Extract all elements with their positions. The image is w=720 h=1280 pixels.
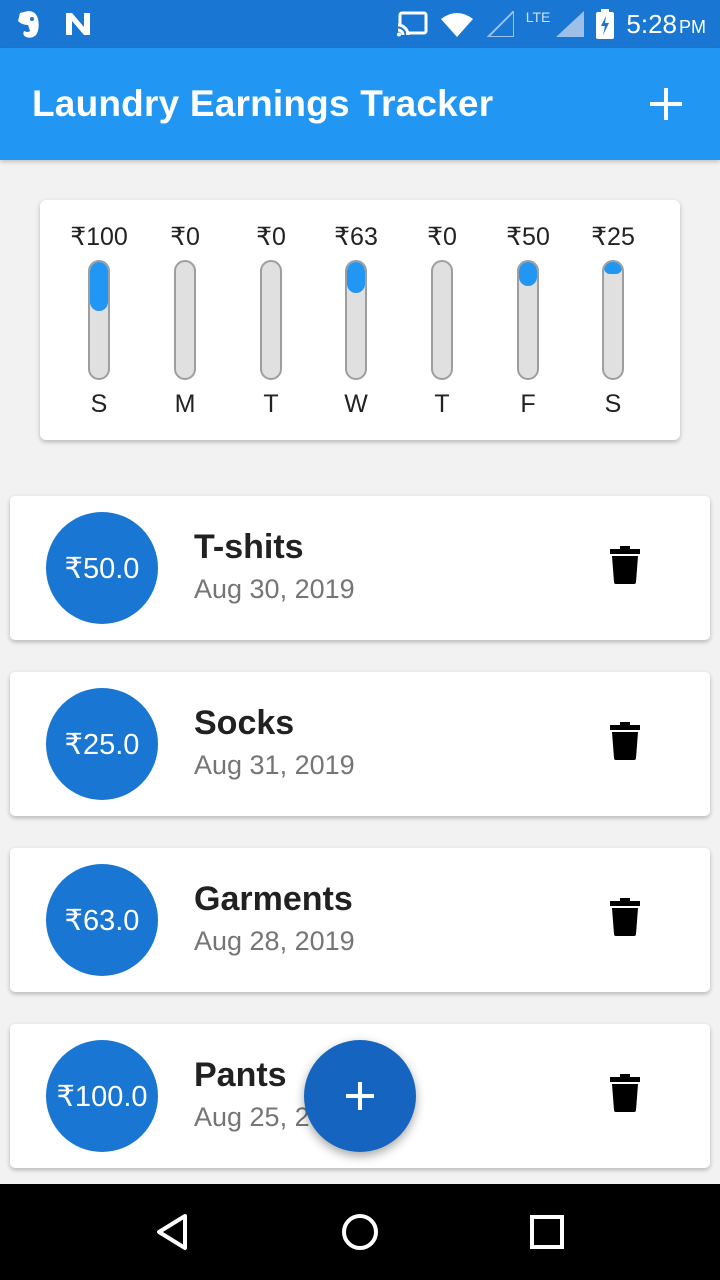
n-notification-icon: [66, 13, 90, 35]
signal-icon: [556, 11, 585, 37]
day-amount-label: ₹25: [591, 223, 635, 251]
entry-card[interactable]: ₹50.0 T-shits Aug 30, 2019: [10, 496, 710, 640]
day-bar-track: [260, 260, 282, 380]
recents-button[interactable]: [517, 1202, 577, 1262]
delete-button[interactable]: [610, 546, 650, 590]
entry-title: Garments: [194, 880, 353, 918]
entry-amount: ₹25.0: [64, 728, 140, 761]
day-label: T: [434, 390, 450, 418]
day-column: ₹25 S: [570, 200, 656, 440]
delete-button[interactable]: [610, 722, 650, 766]
day-amount-label: ₹0: [256, 223, 286, 251]
entry-date: Aug 31, 2019: [194, 750, 355, 780]
day-amount-label: ₹0: [427, 223, 457, 251]
day-label: F: [520, 390, 536, 418]
amount-avatar: ₹63.0: [46, 864, 158, 976]
day-bar-fill: [347, 262, 365, 293]
trash-icon: [610, 1074, 640, 1112]
add-entry-fab[interactable]: [304, 1040, 416, 1152]
day-column: ₹50 F: [485, 200, 571, 440]
entry-amount: ₹63.0: [64, 904, 140, 937]
evernote-icon: [18, 11, 39, 38]
entry-title: T-shits: [194, 528, 304, 566]
day-amount-label: ₹63: [334, 223, 378, 251]
entry-title: Pants: [194, 1056, 287, 1094]
day-amount-label: ₹0: [170, 223, 200, 251]
trash-icon: [610, 546, 640, 584]
signal-icon: [486, 11, 514, 37]
clock: 5:28 PM: [626, 9, 706, 40]
clock-time: 5:28: [626, 8, 677, 39]
app-bar: Laundry Earnings Tracker: [0, 48, 720, 160]
day-bar-track: [602, 260, 624, 380]
day-label: T: [263, 390, 279, 418]
day-bar-track: [88, 260, 110, 380]
day-column: ₹63 W: [313, 200, 399, 440]
entry-amount: ₹50.0: [64, 552, 140, 585]
entry-card[interactable]: ₹63.0 Garments Aug 28, 2019: [10, 848, 710, 992]
day-bar-fill: [604, 262, 622, 274]
home-icon: [341, 1214, 378, 1250]
day-bar-track: [517, 260, 539, 380]
day-bar-fill: [519, 262, 537, 286]
delete-button[interactable]: [610, 898, 650, 942]
recents-icon: [529, 1215, 564, 1249]
page-title: Laundry Earnings Tracker: [32, 83, 494, 124]
day-label: S: [604, 390, 622, 418]
amount-avatar: ₹25.0: [46, 688, 158, 800]
status-bar: LTE 5:28 PM: [0, 0, 720, 48]
entry-title: Socks: [194, 704, 295, 742]
entry-card[interactable]: ₹25.0 Socks Aug 31, 2019: [10, 672, 710, 816]
day-column: ₹100 S: [56, 200, 142, 440]
wifi-icon: [440, 13, 473, 37]
network-type: LTE: [525, 9, 551, 25]
home-button[interactable]: [330, 1202, 390, 1262]
day-bar-track: [431, 260, 453, 380]
day-amount-label: ₹50: [506, 223, 550, 251]
amount-avatar: ₹50.0: [46, 512, 158, 624]
cast-icon: [395, 11, 428, 37]
day-label: S: [90, 390, 108, 418]
trash-icon: [610, 898, 640, 936]
day-amount-label: ₹100: [70, 223, 128, 251]
day-column: ₹0 M: [142, 200, 228, 440]
trash-icon: [610, 722, 640, 760]
day-label: W: [344, 390, 368, 418]
back-icon: [157, 1214, 188, 1250]
day-bar-track: [345, 260, 367, 380]
day-label: M: [174, 390, 196, 418]
battery-charging-icon: [596, 9, 615, 39]
delete-button[interactable]: [610, 1074, 650, 1118]
day-bar-fill: [90, 262, 108, 311]
back-button[interactable]: [143, 1202, 203, 1262]
day-column: ₹0 T: [228, 200, 314, 440]
entry-amount: ₹100.0: [56, 1080, 148, 1113]
day-column: ₹0 T: [399, 200, 485, 440]
add-entry-button[interactable]: [644, 82, 688, 126]
day-bar-track: [174, 260, 196, 380]
weekly-earnings-chart: ₹100 S ₹0 M ₹0 T ₹63 W ₹0 T ₹50 F ₹25 S: [40, 200, 680, 440]
amount-avatar: ₹100.0: [46, 1040, 158, 1152]
clock-ampm: PM: [679, 16, 706, 37]
entry-date: Aug 30, 2019: [194, 574, 355, 604]
entry-date: Aug 28, 2019: [194, 926, 355, 956]
system-nav-bar: [0, 1184, 720, 1280]
